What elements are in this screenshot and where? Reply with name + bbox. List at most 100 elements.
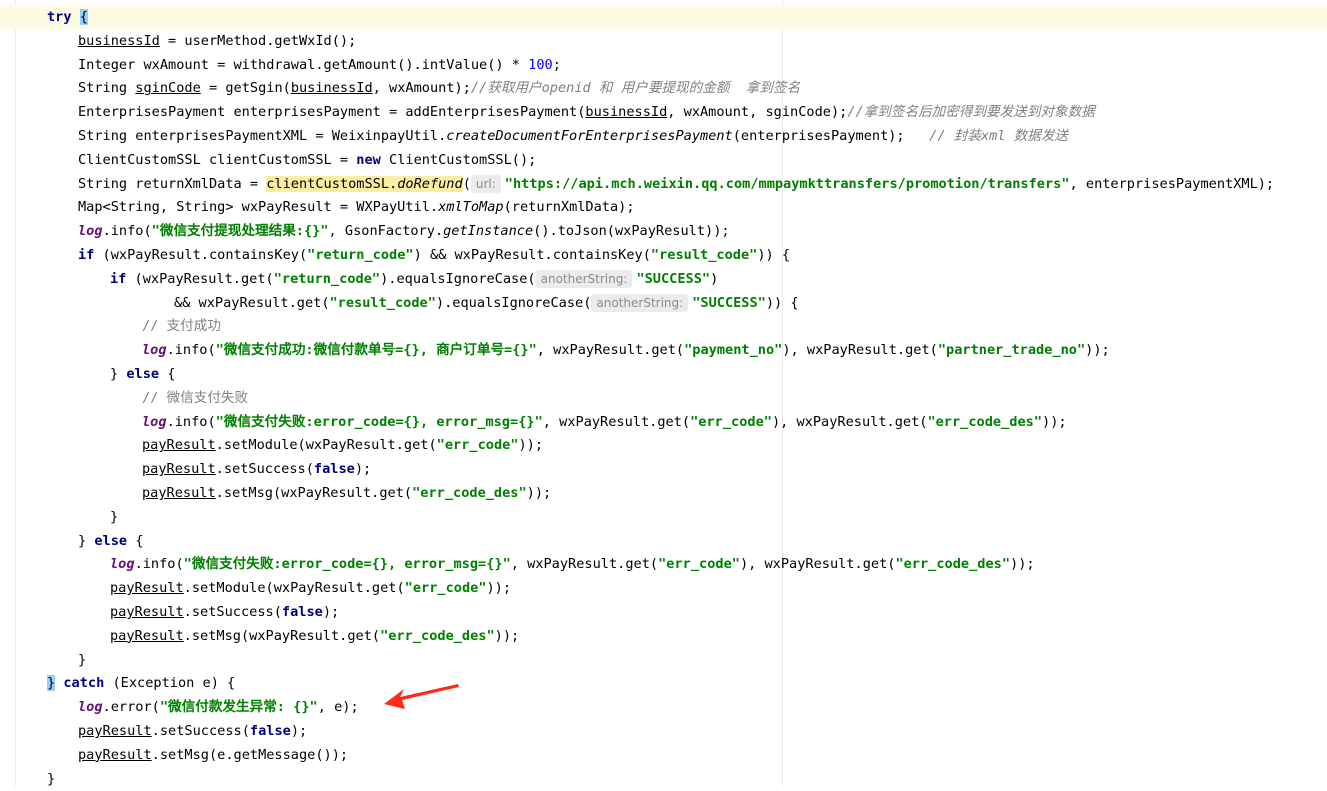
code-token: .setMsg(e.getMessage()); (151, 746, 349, 763)
code-line[interactable]: } catch (Exception e) { (0, 671, 1327, 695)
string-literal: "微信支付成功:微信付款单号={}, 商户订单号={}" (215, 342, 537, 359)
code-token: ; (552, 56, 561, 73)
code-token: ClientCustomSSL(); (380, 151, 537, 168)
code-line[interactable]: payResult.setSuccess(false); (0, 600, 1327, 624)
code-token: (returnXmlData); (503, 199, 635, 216)
code-token: payResult (78, 723, 152, 739)
code-token: ), wxPayResult.get( (771, 413, 928, 430)
string-literal: "微信支付失败:error_code={}, error_msg={}" (183, 556, 511, 573)
code-token: EnterprisesPayment enterprisesPayment = … (78, 104, 586, 121)
code-token: .setMsg(wxPayResult.get( (215, 485, 413, 501)
code-token: ); (290, 723, 308, 739)
code-token: .info( (102, 223, 152, 240)
code-line[interactable]: } (0, 767, 1327, 791)
code-token: } (110, 508, 119, 525)
code-line[interactable]: log.info("微信支付提现处理结果:{}", GsonFactory.ge… (0, 219, 1327, 243)
code-token: (enterprisesPayment); (732, 128, 930, 144)
code-token: log (110, 556, 135, 573)
code-comment: // 封装xml 数据发送 (929, 128, 1069, 144)
string-literal: "微信支付提现处理结果:{}" (151, 223, 329, 240)
code-line[interactable]: payResult.setSuccess(false); (0, 719, 1327, 743)
code-line[interactable]: log.error("微信付款发生异常: {}", e); (0, 695, 1327, 719)
code-token: , wxAmount); (372, 80, 471, 97)
code-line[interactable]: log.info("微信支付成功:微信付款单号={}, 商户订单号={}", w… (0, 338, 1327, 362)
keyword: false (249, 723, 291, 739)
code-line[interactable]: } (0, 648, 1327, 672)
code-token: String returnXmlData = (78, 175, 267, 192)
code-token: payResult (110, 604, 184, 620)
string-literal: "return_code" (307, 247, 414, 263)
parameter-hint: url: (470, 174, 501, 193)
string-literal: "err_code_des" (927, 413, 1043, 430)
code-token: (wxPayResult.containsKey( (94, 247, 308, 263)
string-literal: "return_code" (273, 270, 381, 287)
code-token: = userMethod.getWxId(); (159, 32, 357, 49)
code-token: payResult (110, 580, 184, 597)
code-line[interactable]: } else { (0, 362, 1327, 386)
keyword: false (313, 461, 355, 478)
code-line[interactable]: } (0, 505, 1327, 529)
string-literal: "result_code" (650, 247, 758, 263)
code-line[interactable]: && wxPayResult.get("result_code").equals… (0, 291, 1327, 315)
code-token: } (78, 651, 87, 668)
code-line[interactable]: log.info("微信支付失败:error_code={}, error_ms… (0, 552, 1327, 576)
code-token: .setSuccess( (183, 604, 282, 620)
code-line[interactable]: // 支付成功 (0, 314, 1327, 338)
code-line[interactable]: if (wxPayResult.get("return_code").equal… (0, 267, 1327, 291)
code-comment: // 支付成功 (142, 318, 221, 335)
string-literal: "result_code" (329, 294, 436, 311)
code-line[interactable]: payResult.setSuccess(false); (0, 457, 1327, 481)
code-line[interactable]: } else { (0, 529, 1327, 553)
code-line[interactable]: Map<String, String> wxPayResult = WXPayU… (0, 195, 1327, 219)
code-token: .setSuccess( (151, 723, 250, 739)
string-literal: "payment_no" (684, 342, 783, 359)
code-token: .setMsg(wxPayResult.get( (183, 627, 381, 644)
code-line[interactable]: payResult.setMsg(e.getMessage()); (0, 743, 1327, 767)
string-literal: "微信支付失败:error_code={}, error_msg={}" (215, 413, 543, 430)
code-line[interactable]: if (wxPayResult.containsKey("return_code… (0, 243, 1327, 267)
code-line[interactable]: // 微信支付失败 (0, 386, 1327, 410)
code-token: , wxAmount, sginCode); (667, 104, 848, 121)
string-literal: "微信付款发生异常: {}" (159, 699, 318, 716)
code-line[interactable]: String returnXmlData = clientCustomSSL.d… (0, 172, 1327, 196)
code-token: = getSgin( (200, 80, 291, 97)
code-token: sginCode (135, 80, 201, 97)
code-token: log (78, 223, 103, 240)
code-line[interactable]: try { (0, 5, 1327, 29)
string-literal: "SUCCESS" (692, 294, 766, 311)
code-line[interactable]: payResult.setModule(wxPayResult.get("err… (0, 433, 1327, 457)
code-token: Map<String, String> wxPayResult = WXPayU… (78, 199, 439, 216)
keyword: if (110, 270, 127, 287)
code-editor[interactable]: try {businessId = userMethod.getWxId(); I… (0, 0, 1327, 787)
code-token: ().toJson(wxPayResult)); (533, 223, 730, 240)
code-token: payResult (142, 461, 216, 478)
code-token: .info( (134, 556, 184, 573)
code-token: ClientCustomSSL clientCustomSSL = (78, 151, 357, 168)
code-line[interactable]: String sginCode = getSgin(businessId, wx… (0, 76, 1327, 100)
code-line[interactable]: log.info("微信支付失败:error_code={}, error_ms… (0, 410, 1327, 434)
code-token: )) { (765, 294, 799, 311)
code-line[interactable]: Integer wxAmount = withdrawal.getAmount(… (0, 53, 1327, 77)
code-line[interactable]: businessId = userMethod.getWxId(); (0, 29, 1327, 53)
code-line[interactable]: String enterprisesPaymentXML = Weixinpay… (0, 124, 1327, 148)
code-token: .setModule(wxPayResult.get( (183, 580, 405, 597)
code-token: )); (1042, 413, 1067, 430)
code-token: ( (462, 175, 471, 192)
code-token: , GsonFactory. (328, 223, 444, 240)
code-token: .setModule(wxPayResult.get( (215, 437, 437, 454)
code-line[interactable]: payResult.setMsg(wxPayResult.get("err_co… (0, 481, 1327, 505)
code-line[interactable]: payResult.setMsg(wxPayResult.get("err_co… (0, 624, 1327, 648)
code-token: clientCustomSSL. (266, 175, 398, 192)
code-token: )); (518, 437, 544, 454)
code-token: )); (486, 580, 512, 597)
code-token: log (142, 342, 167, 359)
code-token: ); (322, 604, 340, 620)
code-token: } (47, 675, 56, 692)
string-literal: "err_code" (436, 437, 519, 454)
code-token: log (78, 699, 103, 716)
code-line[interactable]: ClientCustomSSL clientCustomSSL = new Cl… (0, 148, 1327, 172)
code-line[interactable]: payResult.setModule(wxPayResult.get("err… (0, 576, 1327, 600)
code-token: } (47, 770, 56, 787)
keyword: if (78, 247, 95, 263)
code-line[interactable]: EnterprisesPayment enterprisesPayment = … (0, 100, 1327, 124)
